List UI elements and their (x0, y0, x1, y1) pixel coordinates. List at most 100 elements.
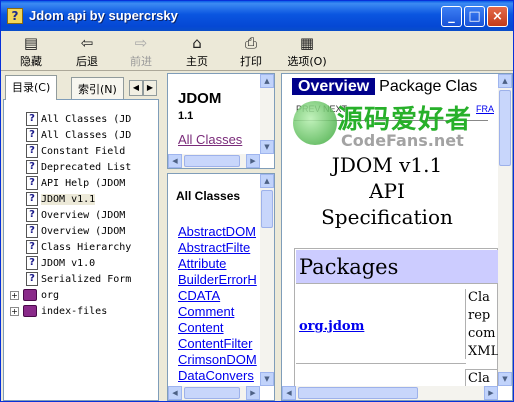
tree-item-label: Constant Field (41, 146, 126, 157)
help-app-icon: ? (7, 8, 23, 24)
horizontal-scrollbar[interactable]: ◀ ▶ (168, 386, 260, 400)
scroll-thumb[interactable] (184, 155, 240, 167)
tree-item[interactable]: ? Deprecated List (26, 160, 158, 176)
tab-contents[interactable]: 目录(C) (5, 75, 58, 100)
scroll-down-icon[interactable]: ▼ (260, 372, 274, 386)
tree-item[interactable]: ? Constant Field (26, 144, 158, 160)
tree-item-label: Overview (JDOM (41, 210, 126, 221)
help-page-icon: ? (26, 256, 38, 270)
tree-item-label: All Classes (JD (41, 130, 132, 141)
watermark: 源码爱好者 CodeFans.net (293, 101, 473, 151)
scroll-left-icon[interactable]: ◀ (168, 386, 182, 400)
tree-item-label: All Classes (JD (41, 114, 132, 125)
package-frame-title: JDOM (178, 90, 222, 107)
expand-icon[interactable]: + (10, 290, 19, 300)
scroll-thumb[interactable] (499, 90, 511, 166)
scroll-thumb[interactable] (298, 387, 418, 399)
class-link[interactable]: ContentFilter (178, 336, 252, 352)
tree-item-label: Class Hierarchy (41, 242, 132, 253)
scroll-left-icon[interactable]: ◀ (168, 154, 182, 168)
tree-item-label: index-files (41, 306, 108, 317)
tree-item-label: Deprecated List (41, 162, 132, 173)
help-page-icon: ? (26, 128, 38, 142)
expand-icon[interactable]: + (10, 306, 19, 316)
package-frame: JDOM 1.1 All Classes ▲ ▼ ◀ ▶ (167, 73, 275, 169)
hide-icon: ▤ (23, 34, 39, 52)
tree-folder[interactable]: + index-files (10, 304, 158, 320)
class-link[interactable]: DataConvers (178, 368, 254, 384)
scroll-thumb[interactable] (184, 387, 240, 399)
tree-item[interactable]: ? All Classes (JD (26, 128, 158, 144)
scroll-right-icon[interactable]: ▶ (484, 386, 498, 400)
scroll-up-icon[interactable]: ▲ (260, 74, 274, 88)
scroll-right-icon[interactable]: ▶ (246, 386, 260, 400)
tree-item[interactable]: ? Overview (JDOM (26, 224, 158, 240)
tree-item[interactable]: ? API Help (JDOM (26, 176, 158, 192)
help-page-icon: ? (26, 160, 38, 174)
help-window: ? Jdom api by supercrsky _ □ × ▤ 隐藏 ⇦ 后退… (0, 0, 514, 402)
tree-folder[interactable]: + org (10, 288, 158, 304)
scroll-down-icon[interactable]: ▼ (498, 372, 512, 386)
hide-label: 隐藏 (20, 55, 42, 68)
nav-package[interactable]: Package (379, 78, 441, 95)
horizontal-scrollbar[interactable]: ◀ ▶ (282, 386, 498, 400)
class-link[interactable]: Comment (178, 304, 234, 320)
help-page-icon: ? (26, 272, 38, 286)
all-classes-heading: All Classes (176, 189, 241, 203)
all-classes-link[interactable]: All Classes (178, 132, 242, 147)
nav-class[interactable]: Clas (445, 78, 477, 95)
tree-item[interactable]: ? Class Hierarchy (26, 240, 158, 256)
tree-item[interactable]: ? JDOM v1.0 (26, 256, 158, 272)
minimize-button[interactable]: _ (441, 6, 462, 27)
tree-item[interactable]: ? Serialized Form (26, 272, 158, 288)
tree-item-label: API Help (JDOM (41, 178, 126, 189)
scroll-right-icon[interactable]: ▶ (246, 154, 260, 168)
class-link[interactable]: Attribute (178, 256, 226, 272)
forward-button[interactable]: ⇨ 前进 (119, 33, 163, 69)
home-icon: ⌂ (192, 34, 202, 52)
spec-title-line: Specification (321, 205, 453, 229)
book-icon (23, 305, 37, 317)
tree-item[interactable]: ? Overview (JDOM (26, 208, 158, 224)
scroll-down-icon[interactable]: ▼ (260, 140, 274, 154)
tab-scroll-left-icon[interactable]: ◀ (129, 80, 143, 96)
back-button[interactable]: ⇦ 后退 (65, 33, 109, 69)
help-page-icon: ? (26, 176, 38, 190)
contents-tree[interactable]: ? All Classes (JD ? All Classes (JD ? Const… (3, 99, 159, 401)
scroll-up-icon[interactable]: ▲ (498, 74, 512, 88)
frames-link[interactable]: FRA (476, 104, 494, 114)
class-link[interactable]: CDATA (178, 288, 220, 304)
vertical-scrollbar[interactable]: ▲ ▼ (260, 74, 274, 154)
tree-item-label: org (41, 290, 60, 301)
class-link[interactable]: AbstractDOM (178, 224, 256, 240)
class-link[interactable]: AbstractFilte (178, 240, 250, 256)
book-icon (23, 289, 37, 301)
package-link-org-jdom[interactable]: org.jdom (299, 319, 364, 334)
scroll-thumb[interactable] (261, 190, 273, 228)
print-label: 打印 (240, 55, 262, 68)
class-link[interactable]: BuilderErrorH (178, 272, 257, 288)
tree-item-selected[interactable]: ? JDOM v1.1 (26, 192, 158, 208)
tab-index[interactable]: 索引(N) (71, 77, 124, 99)
classes-frame: All Classes AbstractDOM AbstractFilte At… (167, 173, 275, 401)
help-page-icon: ? (26, 144, 38, 158)
scroll-left-icon[interactable]: ◀ (282, 386, 296, 400)
nav-overview[interactable]: Overview (292, 78, 376, 95)
class-link[interactable]: CrimsonDOM (178, 352, 257, 368)
horizontal-scrollbar[interactable]: ◀ ▶ (168, 154, 260, 168)
maximize-button[interactable]: □ (464, 6, 485, 27)
scroll-up-icon[interactable]: ▲ (260, 174, 274, 188)
tree-item[interactable]: ? All Classes (JD (26, 112, 158, 128)
options-button[interactable]: ▦ 选项(O) (281, 33, 333, 69)
vertical-scrollbar[interactable]: ▲ ▼ (498, 74, 512, 386)
tab-scroll-arrows: ◀ ▶ (129, 79, 159, 96)
help-page-icon: ? (26, 240, 38, 254)
vertical-scrollbar[interactable]: ▲ ▼ (260, 174, 274, 386)
class-link[interactable]: Content (178, 320, 224, 336)
print-button[interactable]: ⎙ 打印 (229, 33, 273, 69)
title-bar[interactable]: ? Jdom api by supercrsky _ □ × (1, 1, 513, 31)
close-button[interactable]: × (487, 6, 508, 27)
home-button[interactable]: ⌂ 主页 (175, 33, 219, 69)
tab-scroll-right-icon[interactable]: ▶ (143, 80, 157, 96)
hide-button[interactable]: ▤ 隐藏 (9, 33, 53, 69)
